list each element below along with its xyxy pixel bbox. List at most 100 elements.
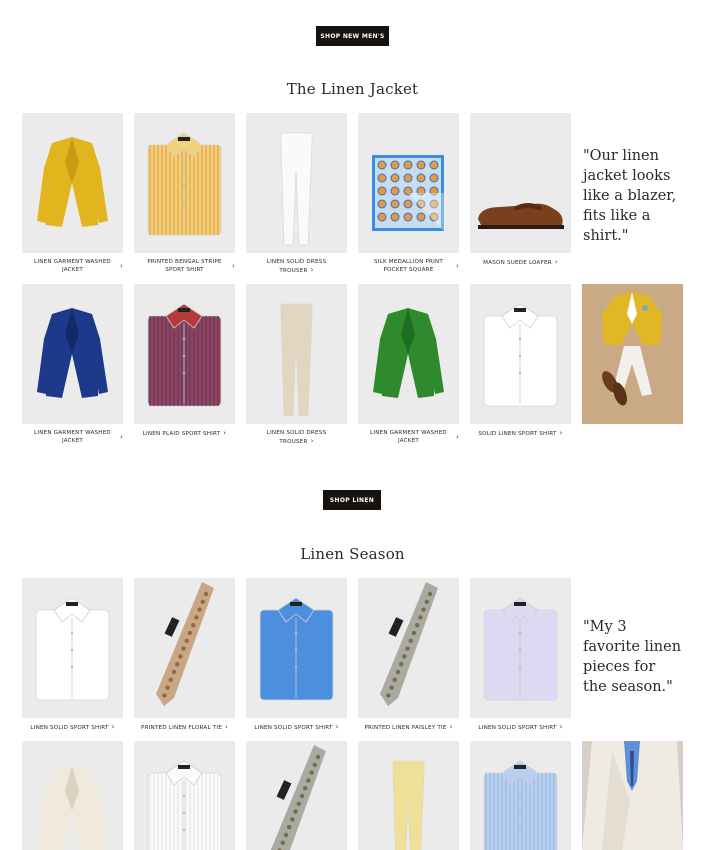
navy-jacket-icon: [22, 284, 123, 424]
product-card[interactable]: LINEN SOLID SPORT SHIRT ›: [470, 578, 571, 732]
pocket-square-icon: [358, 113, 459, 253]
green-jacket-image[interactable]: [358, 284, 459, 424]
yellow-trouser-icon: [358, 741, 459, 850]
chevron-right-icon: ›: [232, 262, 235, 270]
product-card[interactable]: PRINTED LINEN PAISLEY TIE ›: [358, 578, 459, 732]
product-name: SOLID LINEN SPORT SHIRT: [478, 431, 557, 437]
plaid-shirt-image[interactable]: [134, 284, 235, 424]
product-name-link[interactable]: LINEN SOLID SPORT SHIRT ›: [246, 723, 347, 732]
yellow-jacket-icon: [22, 113, 123, 253]
product-name-link[interactable]: SILK MEDALLION PRINT POCKET SQUARE ›: [358, 258, 459, 274]
navy-jacket-image[interactable]: [22, 284, 123, 424]
product-name: LINEN SOLID SPORT SHIRT: [254, 725, 333, 731]
product-card[interactable]: PRINTED BENGAL STRIPE SPORT SHIRT ›: [134, 113, 235, 274]
pocket-square-image[interactable]: [358, 113, 459, 253]
section-title-linen-season: Linen Season: [300, 545, 405, 563]
product-card[interactable]: [22, 741, 123, 850]
loafer-image[interactable]: [470, 113, 571, 253]
product-name-link[interactable]: LINEN PLAID SPORT SHIRT ›: [134, 429, 235, 438]
product-name: LINEN SOLID DRESS TROUSER: [266, 259, 327, 274]
product-name-link[interactable]: MASON SUEDE LOAFER ›: [470, 258, 571, 267]
lavender-shirt-icon: [470, 578, 571, 718]
floral-tie-icon: [134, 578, 235, 718]
white-trouser-image[interactable]: [246, 113, 347, 253]
product-card[interactable]: LINEN GARMENT WASHED JACKET ›: [22, 113, 123, 274]
product-card[interactable]: PRINTED LINEN FLORAL TIE ›: [134, 578, 235, 732]
paisley-tie-image[interactable]: [358, 578, 459, 718]
product-name-link[interactable]: PRINTED LINEN FLORAL TIE ›: [134, 723, 235, 732]
chevron-right-icon: ›: [456, 262, 459, 270]
chevron-right-icon: ›: [223, 429, 227, 437]
product-card[interactable]: [134, 741, 235, 850]
chevron-right-icon: ›: [449, 723, 453, 731]
plaid-shirt-icon: [134, 284, 235, 424]
product-name: LINEN GARMENT WASHED JACKET: [34, 259, 111, 273]
product-name-link[interactable]: LINEN SOLID SPORT SHIRT ›: [470, 723, 571, 732]
product-card[interactable]: [470, 741, 571, 850]
paisley-tie-image[interactable]: [246, 741, 347, 850]
product-card[interactable]: SOLID LINEN SPORT SHIRT ›: [470, 284, 571, 438]
product-name: PRINTED LINEN FLORAL TIE: [141, 725, 222, 731]
tuxedo-shirt-image[interactable]: [134, 741, 235, 850]
product-name: PRINTED LINEN PAISLEY TIE: [364, 725, 447, 731]
white-shirt-image[interactable]: [22, 578, 123, 718]
product-name: LINEN PLAID SPORT SHIRT: [142, 431, 221, 437]
product-name-link[interactable]: LINEN GARMENT WASHED JACKET ›: [22, 258, 123, 274]
product-name: LINEN GARMENT WASHED JACKET: [34, 430, 111, 444]
product-name: MASON SUEDE LOAFER: [483, 260, 552, 266]
outfit-photo-cream-jacket[interactable]: [582, 741, 683, 850]
tan-trouser-icon: [246, 284, 347, 424]
striped-shirt-image[interactable]: [134, 113, 235, 253]
product-card[interactable]: LINEN SOLID SPORT SHIRT ›: [246, 578, 347, 732]
white-shirt-icon: [470, 284, 571, 424]
paisley-tie-icon: [358, 578, 459, 718]
cream-jacket-image[interactable]: [22, 741, 123, 850]
product-card[interactable]: LINEN SOLID DRESS TROUSER ›: [246, 113, 347, 275]
product-name-link[interactable]: PRINTED BENGAL STRIPE SPORT SHIRT ›: [134, 258, 235, 274]
product-card[interactable]: [246, 741, 347, 850]
product-card[interactable]: LINEN SOLID DRESS TROUSER ›: [246, 284, 347, 446]
yellow-trouser-image[interactable]: [358, 741, 459, 850]
chevron-right-icon: ›: [554, 258, 558, 266]
product-name-link[interactable]: PRINTED LINEN PAISLEY TIE ›: [358, 723, 459, 732]
blue-shirt-image[interactable]: [246, 578, 347, 718]
product-name: LINEN SOLID SPORT SHIRT: [30, 725, 109, 731]
product-card[interactable]: [358, 741, 459, 850]
product-card[interactable]: SILK MEDALLION PRINT POCKET SQUARE ›: [358, 113, 459, 274]
product-card[interactable]: LINEN GARMENT WASHED JACKET ›: [358, 284, 459, 445]
product-name-link[interactable]: LINEN SOLID DRESS TROUSER ›: [246, 429, 347, 446]
quote-linen-jacket: "Our linen jacket looks like a blazer, f…: [583, 148, 677, 244]
chevron-right-icon: ›: [310, 437, 314, 445]
shop-linen-button[interactable]: SHOP LINEN: [323, 490, 381, 510]
product-card[interactable]: LINEN PLAID SPORT SHIRT ›: [134, 284, 235, 438]
light-blue-shirt-icon: [470, 741, 571, 850]
product-name: SILK MEDALLION PRINT POCKET SQUARE: [374, 259, 443, 273]
product-name-link[interactable]: LINEN SOLID DRESS TROUSER ›: [246, 258, 347, 275]
product-name-link[interactable]: SOLID LINEN SPORT SHIRT ›: [470, 429, 571, 438]
green-jacket-icon: [358, 284, 459, 424]
yellow-jacket-image[interactable]: [22, 113, 123, 253]
product-name: LINEN SOLID SPORT SHIRT: [478, 725, 557, 731]
product-card[interactable]: MASON SUEDE LOAFER ›: [470, 113, 571, 267]
chevron-right-icon: ›: [120, 262, 123, 270]
product-card[interactable]: LINEN SOLID SPORT SHIRT ›: [22, 578, 123, 732]
section-title-linen-jacket: The Linen Jacket: [286, 80, 419, 98]
lavender-shirt-image[interactable]: [470, 578, 571, 718]
tuxedo-shirt-icon: [134, 741, 235, 850]
product-card[interactable]: LINEN GARMENT WASHED JACKET ›: [22, 284, 123, 445]
outfit-photo-yellow-jacket[interactable]: [582, 284, 683, 424]
product-name: LINEN SOLID DRESS TROUSER: [266, 430, 327, 445]
light-blue-shirt-image[interactable]: [470, 741, 571, 850]
shop-new-mens-button[interactable]: SHOP NEW MEN'S: [316, 26, 389, 46]
chevron-right-icon: ›: [456, 433, 459, 441]
product-name-link[interactable]: LINEN GARMENT WASHED JACKET ›: [22, 429, 123, 445]
white-shirt-image[interactable]: [470, 284, 571, 424]
tan-trouser-image[interactable]: [246, 284, 347, 424]
chevron-right-icon: ›: [559, 723, 563, 731]
striped-shirt-icon: [134, 113, 235, 253]
quote-linen-season: "My 3 favorite linen pieces for the seas…: [583, 619, 682, 695]
product-name-link[interactable]: LINEN GARMENT WASHED JACKET ›: [358, 429, 459, 445]
product-name-link[interactable]: LINEN SOLID SPORT SHIRT ›: [22, 723, 123, 732]
floral-tie-image[interactable]: [134, 578, 235, 718]
product-name: LINEN GARMENT WASHED JACKET: [370, 430, 447, 444]
